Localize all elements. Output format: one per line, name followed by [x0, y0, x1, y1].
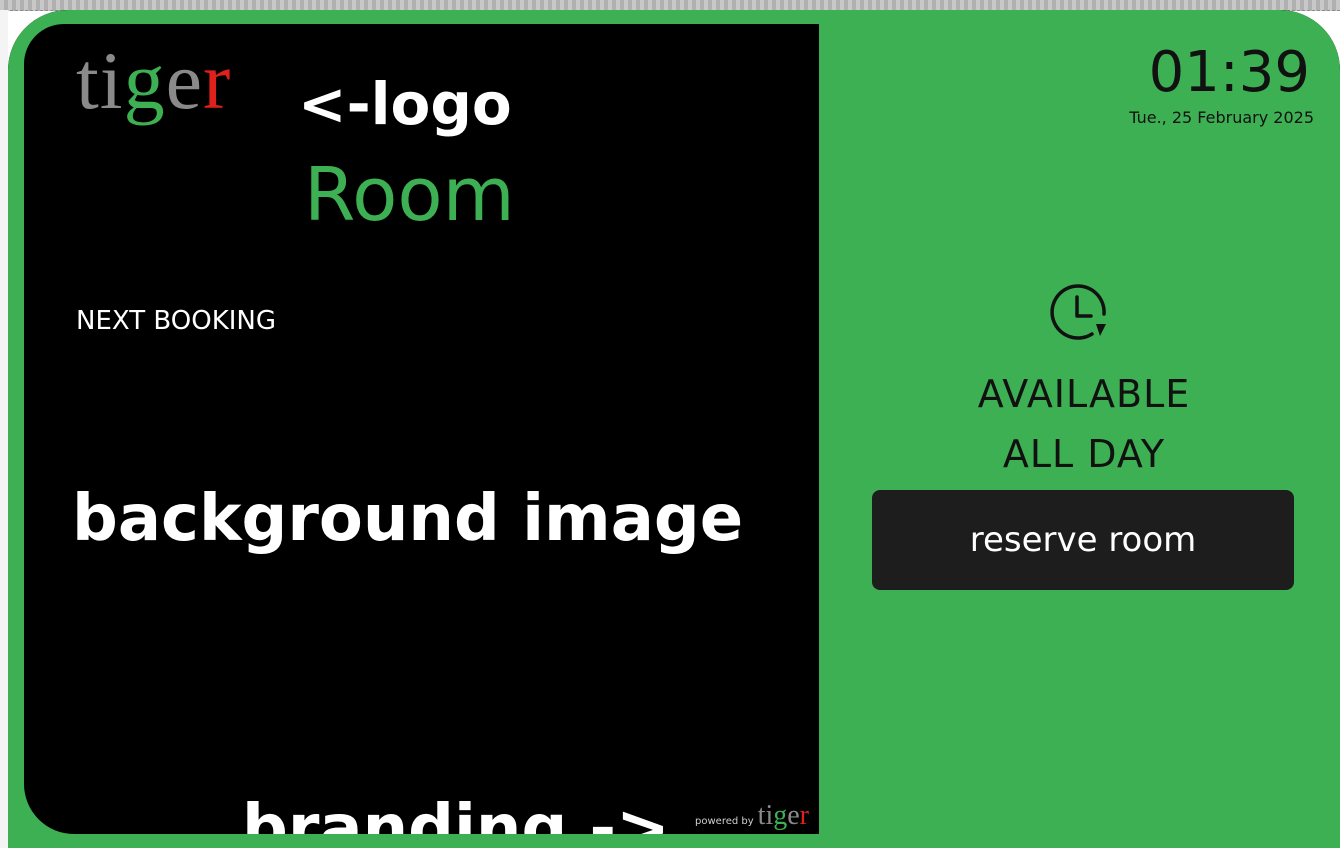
tiger-logo: tiger: [76, 40, 231, 122]
logo-letter: r: [203, 35, 232, 126]
clock-time: 01:39: [1148, 40, 1310, 105]
availability-duration: ALL DAY: [1002, 432, 1166, 476]
logo-letter: g: [123, 35, 166, 126]
availability-status: AVAILABLE: [977, 372, 1191, 416]
logo-annotation: <-logo: [298, 70, 512, 138]
room-display: tiger <-logo Room NEXT BOOKING backgroun…: [8, 10, 1340, 848]
logo-letter: t: [76, 35, 100, 126]
powered-by-branding: powered by tiger: [695, 800, 809, 832]
next-booking-label: NEXT BOOKING: [76, 306, 277, 336]
logo-letter: i: [99, 35, 124, 126]
clock-date: Tue., 25 February 2025: [1129, 108, 1314, 127]
branding-annotation: branding ->: [242, 792, 670, 834]
branding-logo: tiger: [757, 800, 809, 831]
powered-by-label: powered by: [695, 816, 754, 827]
background-annotation: background image: [72, 482, 744, 556]
background-image-area: tiger <-logo Room NEXT BOOKING backgroun…: [24, 24, 819, 834]
left-edge: [0, 10, 8, 848]
reserve-room-button[interactable]: reserve room: [872, 490, 1294, 590]
clock-refresh-icon: [1050, 284, 1106, 340]
logo-letter: e: [165, 35, 203, 126]
room-name: Room: [304, 152, 515, 238]
